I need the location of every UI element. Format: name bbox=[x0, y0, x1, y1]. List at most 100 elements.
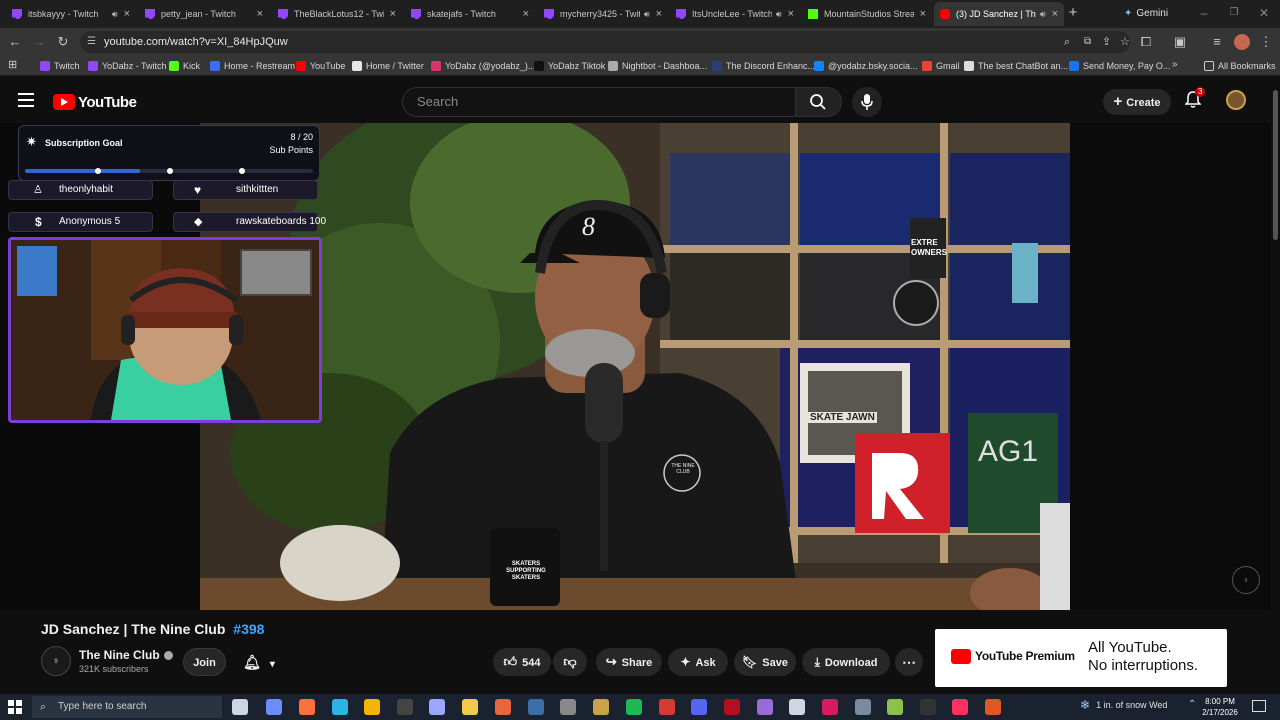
close-tab-icon[interactable]: × bbox=[390, 8, 396, 20]
apps-icon[interactable]: ⊞ bbox=[8, 59, 20, 71]
copilot-icon[interactable] bbox=[266, 699, 282, 715]
more-actions-button[interactable]: ⋯ bbox=[895, 648, 923, 676]
speaker-icon[interactable]: 🔊︎ bbox=[1040, 9, 1046, 20]
share-page-icon[interactable]: ⇪ bbox=[1102, 31, 1111, 53]
tray-chevron-icon[interactable]: ⌃ bbox=[1188, 699, 1196, 710]
ask-button[interactable]: ✦ Ask bbox=[668, 648, 728, 676]
download-button[interactable]: ⤓ Download bbox=[802, 648, 890, 676]
app-icon-2[interactable] bbox=[495, 699, 511, 715]
bookmark-item-5[interactable]: YouTube bbox=[296, 59, 345, 73]
channel-watermark[interactable]: 9 bbox=[1232, 566, 1260, 594]
voice-search-button[interactable] bbox=[852, 87, 882, 117]
account-avatar[interactable] bbox=[1226, 90, 1246, 110]
join-button[interactable]: Join bbox=[183, 648, 226, 676]
close-window-button[interactable]: ✕ bbox=[1258, 6, 1270, 20]
site-info-icon[interactable]: ☰ bbox=[87, 31, 96, 53]
tiktok-icon[interactable] bbox=[952, 699, 968, 715]
speaker-icon[interactable]: 🔊︎ bbox=[112, 9, 118, 20]
taskbar-search-input[interactable]: ⌕ Type here to search bbox=[32, 696, 222, 718]
close-tab-icon[interactable]: × bbox=[257, 8, 263, 20]
guide-menu-button[interactable] bbox=[18, 93, 34, 107]
extensions-icon[interactable]: ⧠ bbox=[1138, 34, 1154, 50]
video-hashtag-link[interactable]: #398 bbox=[233, 621, 264, 637]
channel-name-link[interactable]: The Nine Club bbox=[79, 648, 173, 662]
bookmark-item-3[interactable]: Kick bbox=[169, 59, 200, 73]
browser-tab-3[interactable]: TheBlackLotus12 - Twitch × bbox=[272, 2, 402, 26]
bookmark-item-11[interactable]: @yodabz.bsky.socia... bbox=[814, 59, 918, 73]
forward-button[interactable]: → bbox=[31, 34, 47, 50]
bookmark-item-2[interactable]: YoDabz - Twitch bbox=[88, 59, 167, 73]
bookmark-item-14[interactable]: Send Money, Pay O... bbox=[1069, 59, 1170, 73]
bookmark-item-6[interactable]: Home / Twitter bbox=[352, 59, 424, 73]
browser-tab-6[interactable]: ItsUncleLee - Twitch 🔊︎ × bbox=[670, 2, 800, 26]
search-input[interactable]: Search bbox=[402, 87, 796, 117]
youtube-premium-ad[interactable]: YouTube Premium All YouTube. No interrup… bbox=[935, 629, 1227, 687]
browser-tab-8[interactable]: (3) JD Sanchez | The 🔊︎ × bbox=[934, 2, 1064, 26]
minimize-button[interactable]: – bbox=[1198, 6, 1210, 20]
bookmark-item-13[interactable]: The best ChatBot an... bbox=[964, 59, 1068, 73]
browser-tab-1[interactable]: itsbkayyy - Twitch 🔊︎ × bbox=[6, 2, 136, 26]
page-scrollbar[interactable] bbox=[1273, 90, 1278, 240]
edge-icon[interactable] bbox=[332, 699, 348, 715]
create-button[interactable]: + Create bbox=[1103, 89, 1171, 115]
like-button[interactable]: 👍︎ 544 bbox=[493, 648, 551, 676]
all-bookmarks-folder[interactable]: All Bookmarks bbox=[1204, 59, 1276, 73]
browser-tab-4[interactable]: skatejafs - Twitch × bbox=[405, 2, 535, 26]
browser-tab-2[interactable]: petty_jean - Twitch × bbox=[139, 2, 269, 26]
gemini-button[interactable]: ✦ Gemini bbox=[1124, 5, 1168, 21]
video-player[interactable]: 8 SKATERS SUPPORTING SKATERS SKATE JAWN … bbox=[0, 123, 1070, 610]
restore-button[interactable]: ❐ bbox=[1228, 6, 1240, 20]
app-icon-5[interactable] bbox=[659, 699, 675, 715]
speaker-icon[interactable]: 🔊︎ bbox=[776, 9, 782, 20]
firefox-icon[interactable] bbox=[299, 699, 315, 715]
app-icon-8[interactable] bbox=[822, 699, 838, 715]
close-tab-icon[interactable]: × bbox=[1052, 8, 1058, 20]
speaker-icon[interactable]: 🔊︎ bbox=[644, 9, 650, 20]
obs-icon[interactable] bbox=[397, 699, 413, 715]
app-icon-12[interactable] bbox=[985, 699, 1001, 715]
spotify-icon[interactable] bbox=[626, 699, 642, 715]
bookmark-item-8[interactable]: YoDabz Tiktok bbox=[534, 59, 605, 73]
bookmark-star-icon[interactable]: ☆ bbox=[1120, 31, 1130, 53]
chrome-icon[interactable] bbox=[364, 699, 380, 715]
media-control-icon[interactable]: ≡ bbox=[1209, 34, 1225, 50]
dislike-button[interactable]: 👎︎ bbox=[553, 648, 587, 676]
notification-center-icon[interactable] bbox=[1252, 700, 1266, 712]
bookmark-item-4[interactable]: Home - Restream bbox=[210, 59, 295, 73]
bookmark-item-9[interactable]: Nightbot - Dashboa... bbox=[608, 59, 707, 73]
search-button[interactable] bbox=[796, 87, 842, 117]
close-tab-icon[interactable]: × bbox=[656, 8, 662, 20]
reload-button[interactable]: ↻ bbox=[55, 34, 71, 50]
back-button[interactable]: ← bbox=[7, 34, 23, 50]
subscribed-bell-button[interactable]: 🔔︎ ▾ bbox=[233, 648, 285, 676]
install-icon[interactable]: ⧉ bbox=[1084, 31, 1091, 53]
notifications-button[interactable]: 3 bbox=[1184, 87, 1206, 109]
bookmark-item-10[interactable]: The Discord Enhanc... bbox=[712, 59, 815, 73]
profile-avatar[interactable] bbox=[1234, 34, 1250, 50]
new-tab-button[interactable]: + bbox=[1066, 5, 1080, 21]
share-button[interactable]: ↪ Share bbox=[596, 648, 662, 676]
bookmark-item-12[interactable]: Gmail bbox=[922, 59, 960, 73]
app-icon-3[interactable] bbox=[560, 699, 576, 715]
zoom-icon[interactable]: ⌕ bbox=[1064, 31, 1070, 53]
close-tab-icon[interactable]: × bbox=[124, 8, 130, 20]
clock[interactable]: 8:00 PM 2/17/2026 bbox=[1200, 696, 1240, 718]
windows-start-button[interactable] bbox=[8, 700, 22, 714]
youtube-logo[interactable]: YouTube bbox=[53, 93, 137, 111]
weather-widget[interactable]: ❄ 1 in. of snow Wed bbox=[1080, 698, 1167, 712]
browser-menu-icon[interactable]: ⋮ bbox=[1258, 34, 1274, 50]
close-tab-icon[interactable]: × bbox=[788, 8, 794, 20]
bookmarks-overflow-icon[interactable]: » bbox=[1172, 59, 1178, 70]
browser-tab-5[interactable]: mycherry3425 - Twitch 🔊︎ × bbox=[538, 2, 668, 26]
app-icon-9[interactable] bbox=[855, 699, 871, 715]
address-bar[interactable]: ☰ youtube.com/watch?v=XI_84HpJQuw ⌕ ⧉ ⇪ … bbox=[80, 31, 1130, 53]
channel-avatar[interactable]: 9 bbox=[41, 646, 71, 676]
settings-icon[interactable] bbox=[789, 699, 805, 715]
app-icon[interactable] bbox=[429, 699, 445, 715]
close-tab-icon[interactable]: × bbox=[523, 8, 529, 20]
app-icon-11[interactable] bbox=[920, 699, 936, 715]
app-icon-4[interactable] bbox=[593, 699, 609, 715]
sidepanel-icon[interactable]: ▣ bbox=[1172, 34, 1188, 50]
app-icon-10[interactable] bbox=[887, 699, 903, 715]
steam-icon[interactable] bbox=[528, 699, 544, 715]
